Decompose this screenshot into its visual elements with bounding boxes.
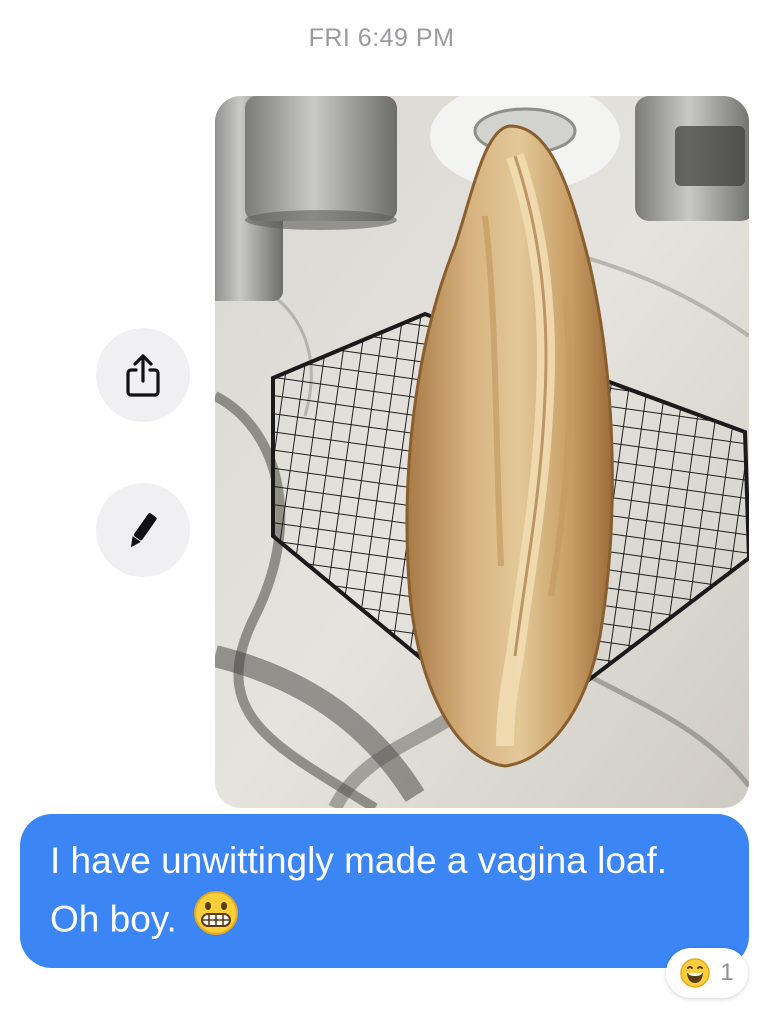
message-text-line-2: Oh boy. (50, 890, 721, 953)
share-button[interactable] (96, 328, 190, 422)
laughing-face-emoji (680, 958, 711, 988)
reaction-count: 1 (720, 959, 734, 986)
share-icon (126, 354, 160, 397)
photo-attachment[interactable] (215, 96, 749, 808)
message-text-line-2-label: Oh boy. (50, 898, 177, 940)
bread-loaf-photo (215, 96, 749, 808)
pencil-icon (130, 513, 157, 548)
message-text-line-1: I have unwittingly made a vagina loaf. (50, 840, 668, 881)
messages-thread: FRI 6:49 PM I have unwittingly made a va… (0, 0, 763, 1024)
message-timestamp: FRI 6:49 PM (308, 24, 455, 52)
markup-button[interactable] (96, 483, 190, 577)
message-bubble[interactable]: I have unwittingly made a vagina loaf. O… (20, 814, 749, 968)
reaction-badge[interactable]: 1 (666, 948, 748, 998)
grimacing-face-emoji (193, 890, 239, 953)
